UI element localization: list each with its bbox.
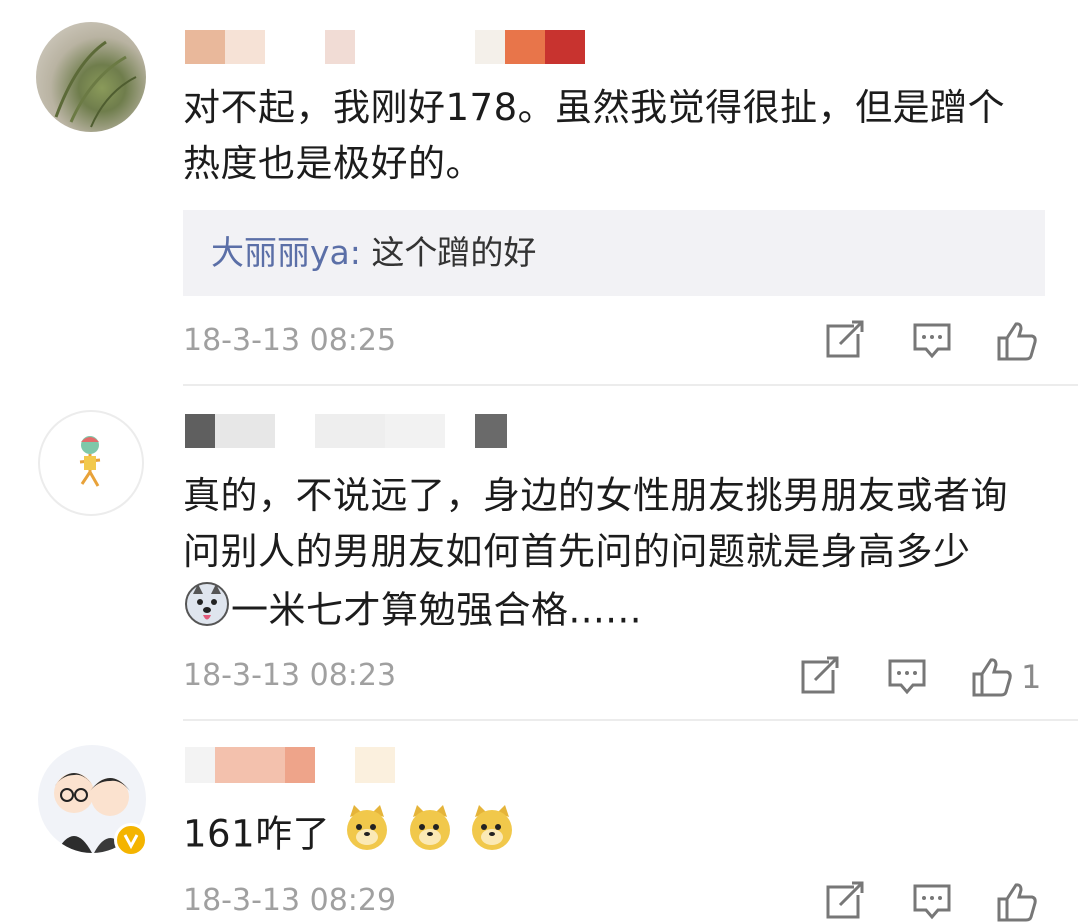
repost-icon[interactable] bbox=[822, 320, 866, 362]
comment-icon[interactable] bbox=[887, 657, 927, 697]
comment-text-line: 真的，不说远了，身边的女性朋友挑男朋友或者询 bbox=[183, 474, 1008, 517]
doge-emoji bbox=[467, 803, 517, 869]
comment-text-line-with-emoji: 一米七才算勉强合格...... bbox=[183, 580, 1053, 644]
comment-text-line: 对不起，我刚好178。虽然我觉得很扯，但是蹭个 bbox=[183, 86, 1006, 129]
reply-preview[interactable]: 大丽丽ya: 这个蹭的好 bbox=[183, 210, 1045, 296]
timestamp: 18-3-13 08:23 bbox=[183, 658, 397, 693]
username-censored[interactable] bbox=[185, 30, 585, 64]
comment-text-line: 问别人的男朋友如何首先问的问题就是身高多少 bbox=[183, 530, 971, 573]
like-count: 1 bbox=[1021, 658, 1042, 696]
comment-icon[interactable] bbox=[912, 882, 952, 922]
doge-emoji bbox=[342, 803, 392, 869]
comment-text: 161咋了 bbox=[183, 803, 1053, 869]
comment-text-line: 热度也是极好的。 bbox=[183, 142, 483, 185]
reply-username[interactable]: 大丽丽ya bbox=[211, 233, 350, 272]
avatar[interactable] bbox=[38, 410, 144, 516]
like-icon[interactable] bbox=[971, 656, 1013, 698]
comment-text-fragment: 161咋了 bbox=[183, 812, 331, 856]
comment-item: 161咋了 18-3-13 08:29 bbox=[0, 721, 1078, 922]
timestamp: 18-3-13 08:29 bbox=[183, 883, 397, 918]
comment-text: 真的，不说远了，身边的女性朋友挑男朋友或者询 问别人的男朋友如何首先问的问题就是… bbox=[183, 468, 1053, 644]
reply-text: 这个蹭的好 bbox=[360, 233, 537, 272]
like-icon[interactable] bbox=[996, 881, 1038, 923]
comment-text: 对不起，我刚好178。虽然我觉得很扯，但是蹭个 热度也是极好的。 bbox=[183, 80, 1053, 192]
comment-item: 对不起，我刚好178。虽然我觉得很扯，但是蹭个 热度也是极好的。 大丽丽ya: … bbox=[0, 0, 1078, 386]
verified-badge-icon bbox=[114, 823, 148, 857]
avatar[interactable] bbox=[36, 22, 146, 132]
username-censored[interactable] bbox=[185, 747, 395, 783]
husky-emoji bbox=[183, 580, 231, 644]
username-censored[interactable] bbox=[185, 414, 507, 448]
repost-icon[interactable] bbox=[797, 656, 841, 698]
reply-separator: : bbox=[349, 233, 361, 272]
timestamp: 18-3-13 08:25 bbox=[183, 323, 397, 358]
repost-icon[interactable] bbox=[822, 881, 866, 923]
comment-icon[interactable] bbox=[912, 321, 952, 361]
doge-emoji bbox=[405, 803, 455, 869]
comment-item: 真的，不说远了，身边的女性朋友挑男朋友或者询 问别人的男朋友如何首先问的问题就是… bbox=[0, 386, 1078, 720]
comment-text-fragment: 一米七才算勉强合格...... bbox=[231, 588, 643, 632]
like-icon[interactable] bbox=[996, 320, 1038, 362]
